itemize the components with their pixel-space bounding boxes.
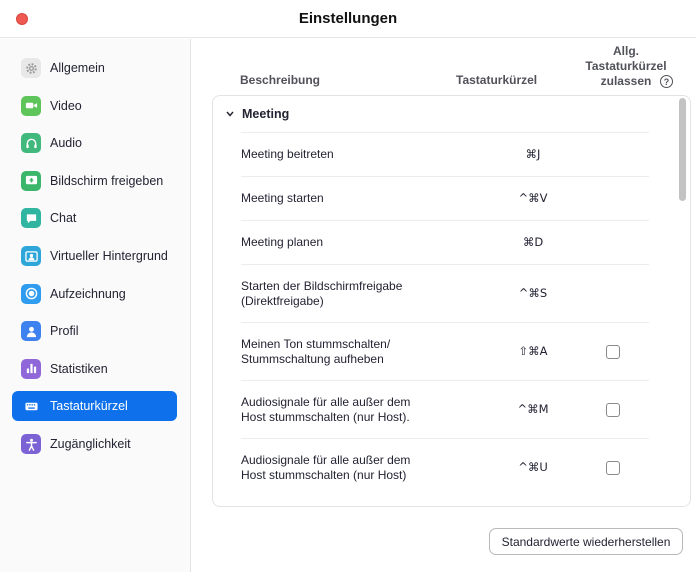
- record-icon: [21, 283, 41, 304]
- shortcut-description: Meinen Ton stummschalten/Stummschaltung …: [241, 337, 390, 367]
- gear-icon: [21, 58, 41, 78]
- bar-chart-icon: [21, 358, 41, 379]
- shortcut-row: Meeting planen ⌘D: [241, 220, 649, 264]
- shortcut-row: Audiosignale für alle außer dem Host stum…: [241, 380, 649, 438]
- video-camera-icon: [21, 95, 41, 116]
- shortcut-row: Starten der Bildschirmfreigabe (Direktfre…: [241, 264, 649, 322]
- sidebar-item-1[interactable]: Video: [12, 91, 177, 121]
- scrollbar[interactable]: [678, 98, 688, 504]
- shortcut-description-line2: Host stummschalten (nur Host): [241, 468, 407, 482]
- shortcut-row: Meeting starten ^⌘V: [241, 176, 649, 220]
- shortcut-keys[interactable]: ⇧⌘A: [491, 344, 575, 358]
- shortcut-description-line1: Starten der Bildschirmfreigabe: [241, 279, 403, 293]
- shortcut-list-panel: Meeting Meeting beitreten ⌘J Meeting start…: [212, 95, 691, 507]
- sidebar-item-label: Video: [50, 98, 82, 113]
- title-bar: Einstellungen: [0, 0, 696, 38]
- sidebar-item-label: Zugänglichkeit: [50, 437, 131, 451]
- shortcut-description: Meeting beitreten: [241, 147, 334, 162]
- sidebar-item-label: Tastaturkürzel: [50, 399, 128, 414]
- sidebar-item-8[interactable]: Statistiken: [12, 354, 177, 384]
- column-header-allow-line2: Tastaturkürzel: [585, 59, 667, 73]
- shortcut-description-line1: Audiosignale für alle außer dem: [241, 453, 411, 467]
- scrollbar-thumb[interactable]: [679, 98, 686, 201]
- column-header-allow-line1: Allg.: [613, 44, 639, 58]
- sidebar-item-2[interactable]: Audio: [12, 128, 177, 158]
- chat-bubble-icon: [21, 208, 41, 229]
- sidebar-item-5[interactable]: Virtueller Hintergrund: [12, 241, 177, 271]
- shortcut-description-line1: Audiosignale für alle außer dem: [241, 395, 411, 409]
- shortcut-keys[interactable]: ^⌘V: [491, 191, 575, 205]
- sidebar-item-label: Audio: [50, 136, 82, 151]
- sidebar-item-3[interactable]: Bildschirm freigeben: [12, 166, 177, 196]
- shortcut-description-line1: Meeting beitreten: [241, 147, 334, 161]
- allow-global-checkbox[interactable]: [606, 461, 620, 475]
- sidebar-item-0[interactable]: Allgemein: [12, 53, 177, 83]
- shortcut-description: Meeting planen: [241, 235, 323, 250]
- allow-global-checkbox[interactable]: [606, 345, 620, 359]
- shortcut-description: Audiosignale für alle außer dem Host stum…: [241, 395, 410, 425]
- sidebar-item-label: Aufzeichnung: [50, 286, 126, 301]
- accessibility-icon: [21, 434, 41, 454]
- column-header-description: Beschreibung: [240, 73, 321, 87]
- shortcut-description: Starten der Bildschirmfreigabe (Direktfre…: [241, 279, 402, 309]
- share-screen-icon: [21, 170, 41, 191]
- sidebar-item-label: Bildschirm freigeben: [50, 173, 164, 188]
- profile-icon: [21, 321, 41, 342]
- shortcut-description-line2: Stummschaltung aufheben: [241, 352, 384, 366]
- sidebar-item-7[interactable]: Profil: [12, 316, 177, 346]
- shortcut-description-line1: Meeting planen: [241, 235, 324, 249]
- shortcut-keys[interactable]: ^⌘M: [491, 402, 575, 416]
- shortcut-row: Meinen Ton stummschalten/Stummschaltung …: [241, 322, 649, 380]
- headphones-icon: [21, 133, 41, 154]
- shortcut-description-line2: Host stummschalten (nur Host).: [241, 410, 410, 424]
- settings-sidebar: Allgemein Video Audio Bildschirm freigeben C…: [0, 39, 191, 572]
- keyboard-icon: [21, 396, 41, 416]
- sidebar-item-4[interactable]: Chat: [12, 203, 177, 233]
- shortcut-keys[interactable]: ^⌘U: [491, 460, 575, 474]
- shortcut-description: Meeting starten: [241, 191, 324, 206]
- group-header-meeting[interactable]: Meeting: [213, 96, 653, 132]
- column-header-shortcut: Tastaturkürzel: [456, 73, 538, 87]
- settings-window: Einstellungen Allgemein Video Audio Bildsch…: [0, 0, 696, 572]
- shortcuts-pane: Beschreibung Tastaturkürzel Allg. Tastat…: [192, 39, 696, 572]
- sidebar-item-label: Virtueller Hintergrund: [50, 249, 168, 263]
- sidebar-item-10[interactable]: Zugänglichkeit: [12, 429, 177, 459]
- allow-global-checkbox[interactable]: [606, 403, 620, 417]
- shortcut-row: Meeting beitreten ⌘J: [241, 132, 649, 176]
- sidebar-item-9[interactable]: Tastaturkürzel: [12, 391, 177, 422]
- chevron-down-icon: [225, 109, 235, 119]
- virtual-background-icon: [21, 246, 41, 266]
- shortcut-description-line1: Meeting starten: [241, 191, 324, 205]
- sidebar-item-6[interactable]: Aufzeichnung: [12, 279, 177, 309]
- sidebar-item-label: Allgemein: [50, 61, 105, 75]
- help-icon[interactable]: ?: [660, 75, 673, 88]
- shortcut-row: Audiosignale für alle außer dem Host stum…: [241, 438, 649, 496]
- shortcut-description: Audiosignale für alle außer dem Host stum…: [241, 453, 410, 483]
- group-title: Meeting: [242, 107, 290, 121]
- restore-defaults-button[interactable]: Standardwerte wiederherstellen: [489, 528, 683, 555]
- sidebar-item-label: Statistiken: [50, 361, 108, 376]
- shortcut-keys[interactable]: ^⌘S: [491, 286, 575, 300]
- sidebar-item-label: Profil: [50, 324, 79, 339]
- shortcut-keys[interactable]: ⌘J: [491, 147, 575, 161]
- shortcut-description-line1: Meinen Ton stummschalten/: [241, 337, 391, 351]
- window-title: Einstellungen: [298, 10, 398, 27]
- shortcut-description-line2: (Direktfreigabe): [241, 294, 324, 308]
- shortcut-keys[interactable]: ⌘D: [491, 235, 575, 249]
- sidebar-item-label: Chat: [50, 211, 77, 226]
